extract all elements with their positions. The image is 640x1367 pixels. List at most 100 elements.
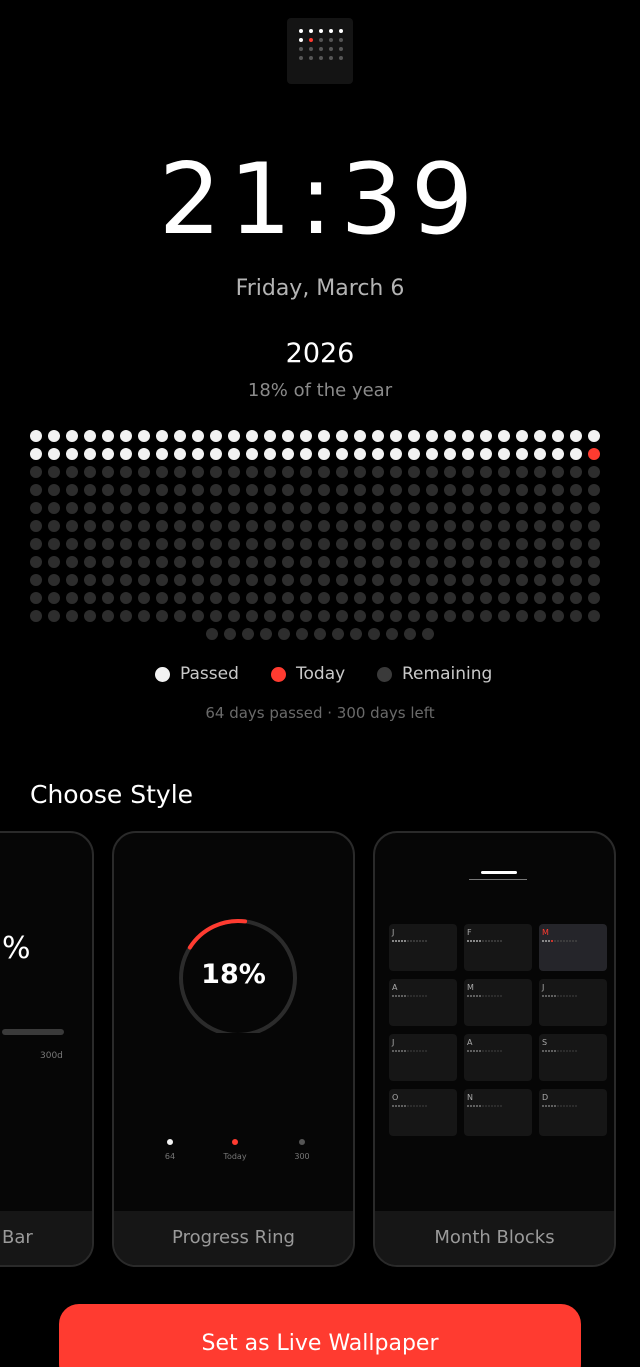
month-block-dots xyxy=(467,995,503,997)
day-dot xyxy=(318,592,330,604)
day-dot xyxy=(30,520,42,532)
day-dot xyxy=(462,466,474,478)
day-dot xyxy=(336,538,348,550)
day-dot xyxy=(480,538,492,550)
day-dot xyxy=(408,556,420,568)
day-dot xyxy=(66,610,78,622)
day-dot xyxy=(498,592,510,604)
day-dot xyxy=(84,520,96,532)
day-dot xyxy=(462,610,474,622)
bar-label-text: Bar xyxy=(2,1227,33,1248)
app-icon-dot xyxy=(309,29,313,33)
day-dot xyxy=(282,448,294,460)
app-icon-dot xyxy=(319,47,323,51)
day-dot xyxy=(570,484,582,496)
day-dot xyxy=(66,520,78,532)
day-dot xyxy=(336,502,348,514)
day-dot xyxy=(206,628,218,640)
app-icon-dot xyxy=(309,47,313,51)
day-dot xyxy=(534,556,546,568)
days-stats: 64 days passed · 300 days left xyxy=(205,704,435,722)
day-dot xyxy=(174,610,186,622)
day-dot xyxy=(102,610,114,622)
day-dot xyxy=(498,610,510,622)
day-dot xyxy=(84,430,96,442)
day-dot xyxy=(372,448,384,460)
legend-passed: Passed xyxy=(155,664,239,684)
day-dot xyxy=(66,484,78,496)
day-dot xyxy=(480,466,492,478)
day-dot xyxy=(408,574,420,586)
day-dot xyxy=(138,484,150,496)
day-dot xyxy=(372,538,384,550)
day-dot xyxy=(462,520,474,532)
day-dot xyxy=(426,592,438,604)
day-dot xyxy=(552,538,564,550)
day-dot xyxy=(372,592,384,604)
month-block: M xyxy=(539,924,607,971)
day-dot xyxy=(426,502,438,514)
day-dot xyxy=(282,592,294,604)
day-dot xyxy=(84,466,96,478)
day-dot xyxy=(480,448,492,460)
progress-ring-graphic xyxy=(179,918,297,1033)
style-card-month-label: Month Blocks xyxy=(375,1211,614,1265)
day-dot xyxy=(228,610,240,622)
day-dot xyxy=(156,592,168,604)
month-block-dots xyxy=(542,940,578,942)
day-dot xyxy=(300,448,312,460)
month-block: A xyxy=(389,979,457,1026)
day-dot xyxy=(498,466,510,478)
day-dot xyxy=(444,538,456,550)
day-dot xyxy=(282,502,294,514)
day-dot xyxy=(282,610,294,622)
day-dot xyxy=(570,610,582,622)
passed-dot-icon xyxy=(167,1139,173,1145)
day-dot xyxy=(192,574,204,586)
day-dot xyxy=(210,466,222,478)
day-dot xyxy=(264,502,276,514)
day-dot xyxy=(156,484,168,496)
set-live-wallpaper-button[interactable]: Set as Live Wallpaper xyxy=(59,1304,581,1367)
day-dot xyxy=(336,574,348,586)
day-dot xyxy=(282,466,294,478)
day-dot xyxy=(408,448,420,460)
day-dot xyxy=(516,430,528,442)
day-dot xyxy=(498,538,510,550)
legend-passed-label: Passed xyxy=(180,664,239,684)
day-dot xyxy=(48,610,60,622)
day-dot xyxy=(354,430,366,442)
day-dot xyxy=(444,592,456,604)
day-dot xyxy=(282,538,294,550)
day-dot xyxy=(174,556,186,568)
style-card-month-blocks[interactable]: J F M A M J J A S O N D Month Blocks xyxy=(373,831,616,1267)
bar-preview-tick: 300d xyxy=(40,1051,63,1061)
day-dot xyxy=(336,466,348,478)
day-dot xyxy=(102,484,114,496)
day-dot xyxy=(264,520,276,532)
day-dot xyxy=(174,502,186,514)
day-dot xyxy=(282,556,294,568)
day-dot xyxy=(534,610,546,622)
day-dot xyxy=(156,538,168,550)
day-dot xyxy=(426,430,438,442)
month-block-dots xyxy=(392,1105,428,1107)
day-dot xyxy=(210,592,222,604)
day-dot xyxy=(156,610,168,622)
day-dot xyxy=(174,466,186,478)
style-card-progress-ring[interactable]: 18% 64 Today 300 Progress Ring xyxy=(112,831,355,1267)
style-card-bar[interactable]: % 300d Bar xyxy=(0,831,94,1267)
day-dot xyxy=(242,628,254,640)
day-dot xyxy=(66,574,78,586)
day-dot xyxy=(462,592,474,604)
remaining-dot-icon xyxy=(299,1139,305,1145)
day-dot xyxy=(192,520,204,532)
month-block-dots xyxy=(392,995,428,997)
day-dot xyxy=(102,466,114,478)
month-block-dots xyxy=(392,1050,428,1052)
day-dot xyxy=(426,610,438,622)
day-dot xyxy=(48,520,60,532)
day-dot xyxy=(84,556,96,568)
day-dot xyxy=(426,466,438,478)
day-dot xyxy=(498,520,510,532)
